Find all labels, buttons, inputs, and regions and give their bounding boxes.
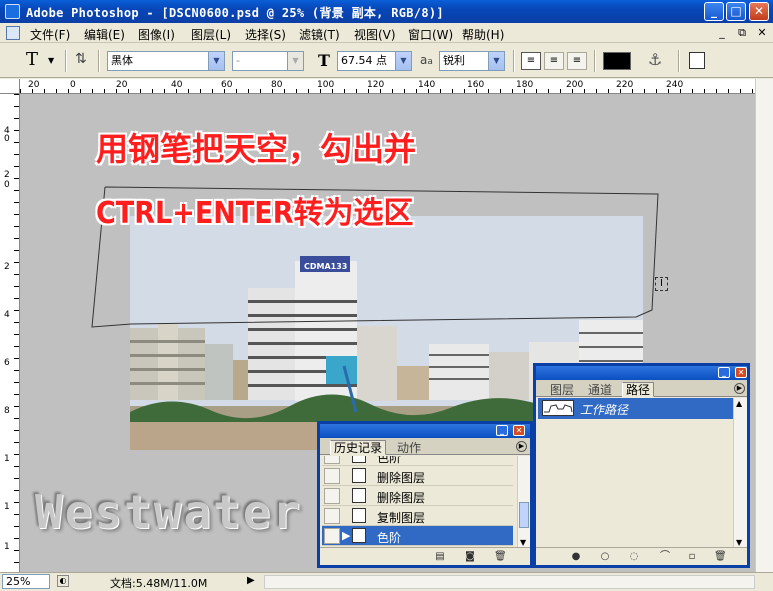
path-shape-icon bbox=[544, 404, 573, 413]
history-item-label: 复制图层 bbox=[377, 511, 426, 525]
path-item-work-path[interactable]: 工作路径 bbox=[538, 398, 733, 419]
canvas-annotation-line2: CTRL+ENTER转为选区 bbox=[96, 196, 414, 231]
status-info-arrow-icon[interactable]: ▶ bbox=[247, 575, 255, 586]
watermark-text: Westwater bbox=[35, 485, 303, 539]
panel-title-bar[interactable]: _ ✕ bbox=[320, 424, 530, 438]
path-thumbnail bbox=[542, 400, 574, 416]
make-work-path-icon[interactable]: ⌒ bbox=[656, 551, 674, 562]
history-snapshot-checkbox[interactable] bbox=[324, 528, 340, 544]
new-snapshot-icon[interactable]: ◙ bbox=[464, 551, 476, 562]
scroll-up-icon[interactable]: ▲ bbox=[736, 399, 742, 408]
history-snapshot-checkbox[interactable] bbox=[324, 456, 340, 464]
paths-panel: _ ✕ 图层 通道 路径 ▶ 工作路径 ▲ ▼ ● ○ ◌ ⌒ ▫ 🗑 bbox=[533, 363, 750, 568]
paths-tabs: 图层 通道 路径 ▶ bbox=[536, 380, 747, 397]
new-path-icon[interactable]: ▫ bbox=[686, 551, 698, 562]
history-scrollbar[interactable]: ▼ bbox=[517, 456, 530, 549]
status-bar: 25% ◐ 文档:5.48M/11.0M ▶ bbox=[0, 572, 773, 590]
history-state-slider-icon[interactable]: ▶ bbox=[342, 529, 350, 542]
tab-history[interactable]: 历史记录 bbox=[330, 440, 387, 455]
scroll-down-icon[interactable]: ▼ bbox=[520, 538, 526, 547]
text-cursor-icon: I bbox=[655, 277, 668, 291]
history-item-label: 色阶 bbox=[377, 456, 402, 465]
tab-paths[interactable]: 路径 bbox=[622, 382, 655, 397]
panel-menu-icon[interactable]: ▶ bbox=[516, 441, 527, 452]
history-item-label: 色阶 bbox=[377, 531, 402, 545]
path-item-label: 工作路径 bbox=[580, 403, 629, 417]
history-snapshot-checkbox[interactable] bbox=[324, 488, 340, 504]
history-list: 色阶 删除图层 删除图层 复制图层 ▶ 色阶 bbox=[320, 456, 516, 549]
panel-minimize-button[interactable]: _ bbox=[718, 367, 730, 378]
history-state-icon bbox=[352, 508, 366, 523]
history-state-icon bbox=[352, 468, 366, 483]
history-item[interactable]: 色阶 bbox=[322, 456, 513, 466]
trash-icon[interactable]: 🗑 bbox=[714, 551, 727, 562]
load-selection-icon[interactable]: ◌ bbox=[628, 551, 640, 562]
canvas-annotation-line1: 用钢笔把天空，勾出并 bbox=[96, 130, 417, 168]
history-item[interactable]: 删除图层 bbox=[322, 486, 513, 506]
history-snapshot-checkbox[interactable] bbox=[324, 468, 340, 484]
scroll-down-icon[interactable]: ▼ bbox=[736, 538, 742, 547]
paths-scrollbar[interactable]: ▲ ▼ bbox=[733, 398, 747, 548]
history-state-icon bbox=[352, 488, 366, 503]
history-item-label: 删除图层 bbox=[377, 471, 426, 485]
trash-icon[interactable]: 🗑 bbox=[494, 551, 507, 562]
history-panel-footer: ▤ ◙ 🗑 bbox=[320, 547, 530, 565]
panel-menu-icon[interactable]: ▶ bbox=[734, 383, 745, 394]
tab-actions[interactable]: 动作 bbox=[393, 440, 425, 455]
new-document-icon[interactable]: ▤ bbox=[434, 551, 446, 562]
fill-path-icon[interactable]: ● bbox=[570, 551, 582, 562]
tab-layers[interactable]: 图层 bbox=[546, 382, 578, 397]
paths-panel-footer: ● ○ ◌ ⌒ ▫ 🗑 bbox=[536, 547, 747, 565]
history-item-selected[interactable]: ▶ 色阶 bbox=[322, 526, 513, 546]
scrollbar-thumb[interactable] bbox=[519, 502, 529, 528]
history-state-icon bbox=[352, 528, 366, 543]
stroke-path-icon[interactable]: ○ bbox=[599, 551, 611, 562]
panel-minimize-button[interactable]: _ bbox=[496, 425, 508, 436]
zoom-field[interactable]: 25% bbox=[2, 574, 50, 589]
tab-channels[interactable]: 通道 bbox=[584, 382, 616, 397]
horizontal-scrollbar[interactable] bbox=[264, 575, 755, 589]
history-snapshot-checkbox[interactable] bbox=[324, 508, 340, 524]
history-panel: _ ✕ 历史记录 动作 ▶ 色阶 删除图层 删除图层 复制图层 ▶ 色阶 ▼ ▤… bbox=[317, 421, 533, 568]
history-item[interactable]: 删除图层 bbox=[322, 466, 513, 486]
history-item[interactable]: 复制图层 bbox=[322, 506, 513, 526]
panel-title-bar[interactable]: _ ✕ bbox=[536, 366, 747, 380]
vertical-scrollbar[interactable] bbox=[755, 79, 773, 572]
document-info: 文档:5.48M/11.0M bbox=[110, 577, 208, 590]
panel-close-button[interactable]: ✕ bbox=[735, 367, 747, 378]
panel-close-button[interactable]: ✕ bbox=[513, 425, 525, 436]
history-tabs: 历史记录 动作 ▶ bbox=[320, 438, 530, 455]
status-menu-icon[interactable]: ◐ bbox=[57, 575, 69, 587]
history-state-icon bbox=[352, 456, 366, 463]
history-item-label: 删除图层 bbox=[377, 491, 426, 505]
